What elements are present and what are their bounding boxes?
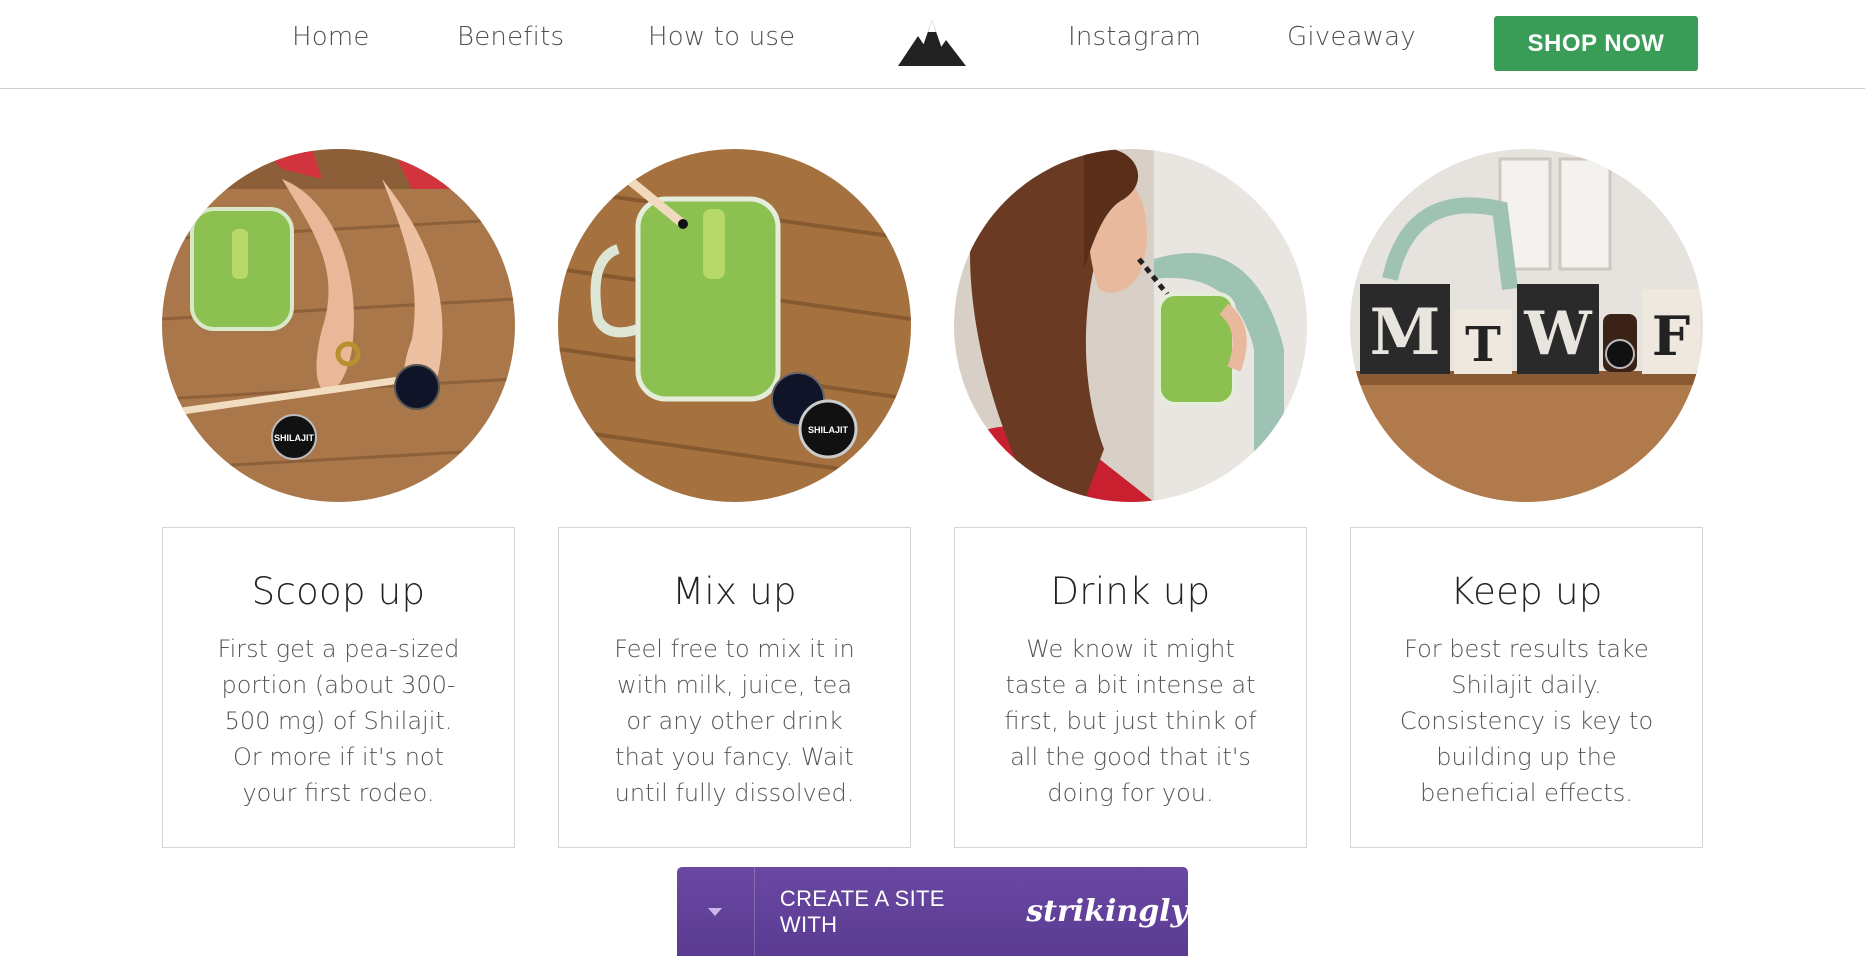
step-title: Keep up	[1450, 570, 1603, 613]
strikingly-logo: strikingly	[1026, 894, 1188, 929]
green-smoothie-jar-photo: SHILAJIT	[558, 149, 911, 502]
block-letter: M	[1370, 295, 1441, 370]
jar-label: SHILAJIT	[274, 433, 315, 443]
chevron-down-icon	[708, 907, 723, 916]
step-scoop-up: SHILAJIT Scoop up First get a pea-sized …	[162, 149, 515, 848]
step-title: Scoop up	[251, 570, 426, 613]
create-site-banner[interactable]: CREATE A SITE WITH strikingly	[677, 867, 1188, 956]
woman-drinking-smoothie-photo	[954, 149, 1307, 502]
step-description: We know it might taste a bit intense at …	[1004, 635, 1257, 807]
weekday-blocks-photo: M T W F	[1350, 149, 1703, 502]
step-description: First get a pea-sized portion (about 300…	[217, 635, 460, 807]
block-letter: F	[1652, 304, 1690, 368]
step-description: Feel free to mix it in with milk, juice,…	[614, 635, 855, 807]
nav-instagram[interactable]: Instagram	[1068, 22, 1201, 52]
nav-how-to-use[interactable]: How to use	[648, 22, 795, 52]
step-title: Drink up	[1050, 570, 1211, 613]
step-card: Drink up We know it might taste a bit in…	[954, 527, 1307, 848]
step-drink-up: Drink up We know it might taste a bit in…	[954, 149, 1307, 848]
shop-now-button[interactable]: SHOP NOW	[1494, 16, 1698, 71]
block-letter: T	[1465, 317, 1501, 373]
step-description: For best results take Shilajit daily. Co…	[1399, 635, 1654, 807]
jar-label: SHILAJIT	[808, 425, 849, 435]
create-site-label: CREATE A SITE WITH	[779, 885, 945, 937]
nav-home[interactable]: Home	[292, 22, 370, 52]
mountain-logo-icon[interactable]	[898, 18, 966, 68]
collapse-toggle[interactable]	[677, 867, 755, 956]
nav-giveaway[interactable]: Giveaway	[1287, 22, 1416, 52]
weekday-blocks: M T W F	[1360, 284, 1700, 374]
step-card: Scoop up First get a pea-sized portion (…	[162, 527, 515, 848]
step-keep-up: M T W F Keep up For best results take Sh…	[1350, 149, 1703, 848]
top-navbar: Home Benefits How to use Instagram Givea…	[0, 0, 1865, 89]
step-card: Keep up For best results take Shilajit d…	[1350, 527, 1703, 848]
step-mix-up: SHILAJIT Mix up Feel free to mix it in w…	[558, 149, 911, 848]
step-title: Mix up	[672, 570, 797, 613]
block-letter: W	[1523, 299, 1593, 369]
hands-scooping-shilajit-photo: SHILAJIT	[162, 149, 515, 502]
nav-benefits[interactable]: Benefits	[457, 22, 564, 52]
step-card: Mix up Feel free to mix it in with milk,…	[558, 527, 911, 848]
